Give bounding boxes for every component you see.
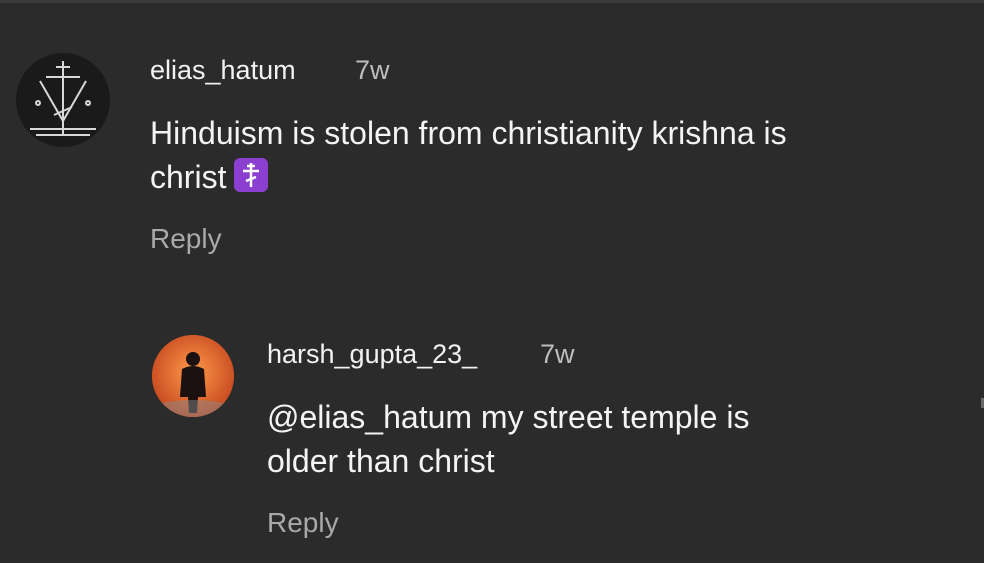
person-photo-avatar-icon [152,335,234,417]
comment-2: harsh_gupta_23_ 7w @elias_hatum my stree… [0,3,984,563]
timestamp: 7w [540,339,575,369]
comment-text-line-1: @elias_hatum my street temple is [267,399,750,435]
comment-text-line-2: older than christ [267,443,495,479]
comments-screen: elias_hatum 7w Hinduism is stolen from c… [0,0,984,563]
avatar[interactable] [152,335,234,417]
comment-text: @elias_hatum my street temple is older t… [267,395,749,483]
reply-button[interactable]: Reply [267,507,339,539]
username[interactable]: harsh_gupta_23_ [267,339,477,370]
